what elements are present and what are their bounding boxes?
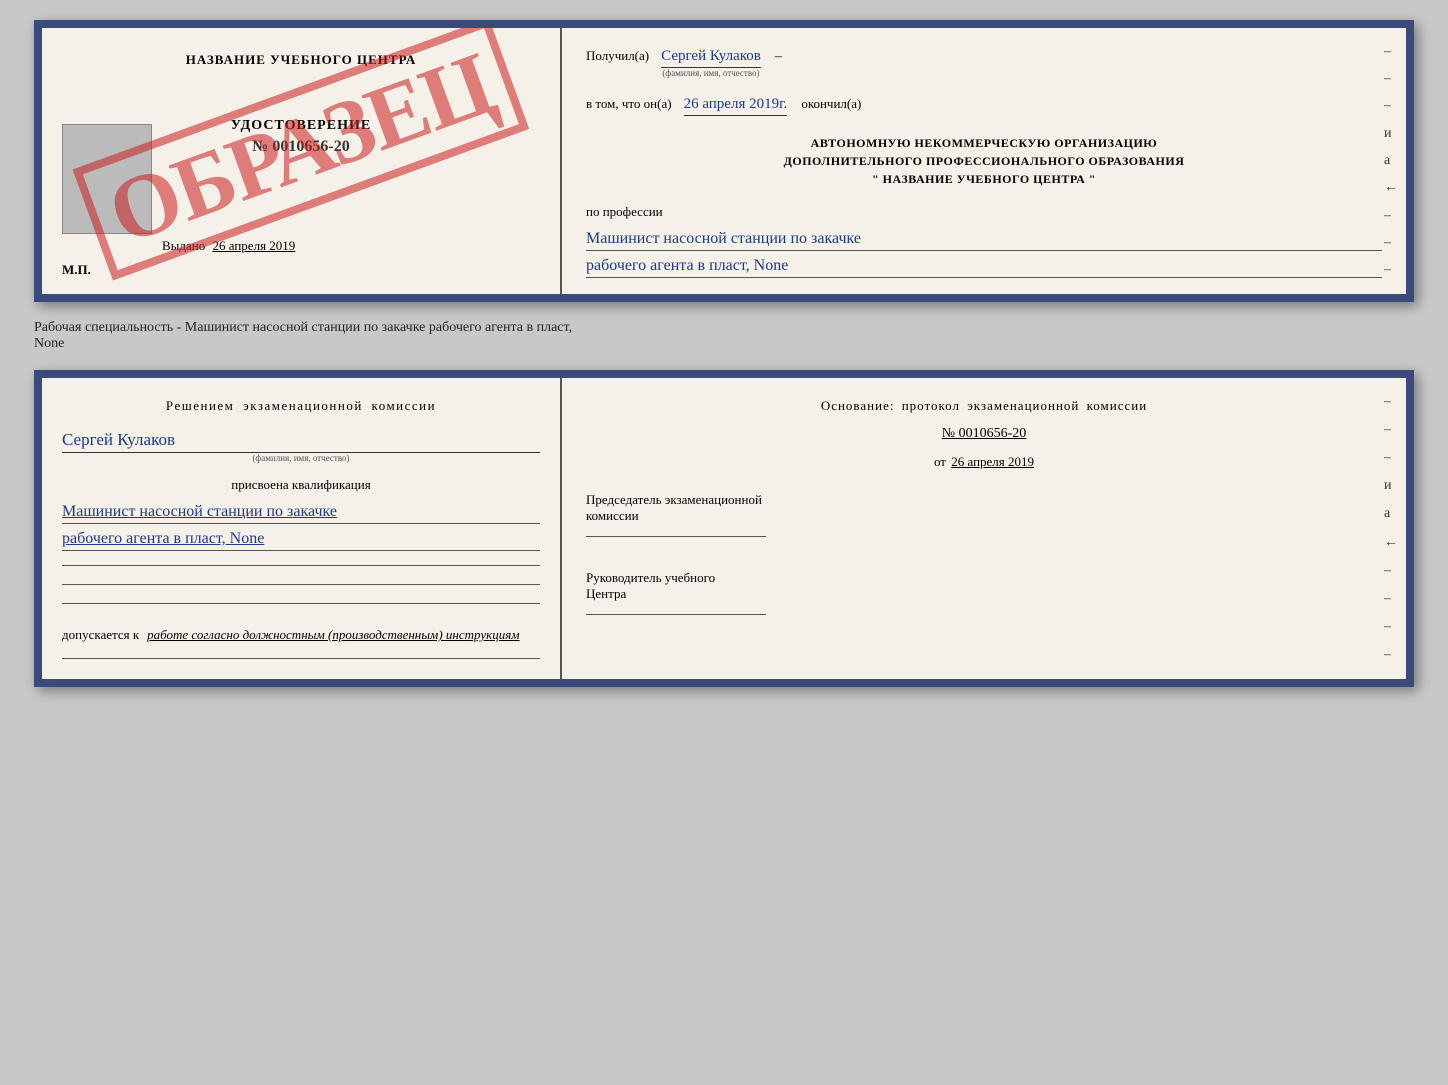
bottom-name-field: Сергей Кулаков (фамилия, имя, отчество) bbox=[62, 430, 540, 463]
vydano-date: 26 апреля 2019 bbox=[213, 238, 296, 253]
bottom-doc-right: Основание: протокол экзаменационной коми… bbox=[562, 378, 1406, 679]
separator1 bbox=[62, 565, 540, 566]
vtom-label: в том, что он(а) bbox=[586, 96, 672, 112]
predsedatel-line1: Председатель экзаменационной bbox=[586, 492, 1382, 508]
middle-text-line2: None bbox=[34, 336, 64, 351]
name-sublabel: (фамилия, имя, отчество) bbox=[661, 68, 761, 78]
profession-line1: Машинист насосной станции по закачке bbox=[586, 230, 1382, 251]
vtom-line: в том, что он(а) 26 апреля 2019г. окончи… bbox=[586, 96, 1382, 116]
bottom-name: Сергей Кулаков bbox=[62, 430, 540, 453]
dash-after-name: – bbox=[775, 49, 782, 65]
poluchil-name: Сергей Кулаков bbox=[661, 48, 761, 68]
bottom-right-dashes: – – – и а ← – – – – bbox=[1384, 378, 1398, 679]
bottom-date-line: от 26 апреля 2019 bbox=[586, 454, 1382, 470]
top-doc-left: НАЗВАНИЕ УЧЕБНОГО ЦЕНТРА ОБРАЗЕЦ УДОСТОВ… bbox=[42, 28, 562, 294]
cert-block: УДОСТОВЕРЕНИЕ № 0010656-20 bbox=[231, 118, 371, 156]
cert-number: № 0010656-20 bbox=[231, 138, 371, 156]
org-line3: " НАЗВАНИЕ УЧЕБНОГО ЦЕНТРА " bbox=[586, 170, 1382, 188]
dopuskaetsya-block: допускается к работе согласно должностны… bbox=[62, 626, 540, 644]
ot-label: от bbox=[934, 454, 946, 469]
okonchil-label: окончил(а) bbox=[801, 96, 861, 112]
bottom-document: Решением экзаменационной комиссии Сергей… bbox=[34, 370, 1414, 687]
middle-text-block: Рабочая специальность - Машинист насосно… bbox=[34, 318, 1414, 354]
predsedatel-sign-line bbox=[586, 536, 766, 537]
org-block: АВТОНОМНУЮ НЕКОММЕРЧЕСКУЮ ОРГАНИЗАЦИЮ ДО… bbox=[586, 134, 1382, 188]
vydano-line: Выдано 26 апреля 2019 bbox=[162, 238, 295, 254]
top-doc-right: Получил(а) Сергей Кулаков (фамилия, имя,… bbox=[562, 28, 1406, 294]
photo-placeholder bbox=[62, 124, 152, 234]
top-left-title: НАЗВАНИЕ УЧЕБНОГО ЦЕНТРА bbox=[186, 52, 417, 68]
vydano-label: Выдано bbox=[162, 238, 205, 253]
cert-title: УДОСТОВЕРЕНИЕ bbox=[231, 118, 371, 134]
dopuskaetsya-label: допускается к bbox=[62, 627, 139, 642]
qual-line1: Машинист насосной станции по закачке bbox=[62, 503, 540, 524]
resheniem-text: Решением экзаменационной комиссии bbox=[62, 398, 540, 414]
top-document: НАЗВАНИЕ УЧЕБНОГО ЦЕНТРА ОБРАЗЕЦ УДОСТОВ… bbox=[34, 20, 1414, 302]
profession-block: Машинист насосной станции по закачке раб… bbox=[586, 230, 1382, 278]
dopusk-text: работе согласно должностным (производств… bbox=[147, 627, 519, 642]
poluchil-label: Получил(а) bbox=[586, 48, 649, 64]
bottom-doc-left: Решением экзаменационной комиссии Сергей… bbox=[42, 378, 562, 679]
org-line2: ДОПОЛНИТЕЛЬНОГО ПРОФЕССИОНАЛЬНОГО ОБРАЗО… bbox=[586, 152, 1382, 170]
po-professii-label: по профессии bbox=[586, 204, 1382, 220]
bottom-number: № 0010656-20 bbox=[586, 426, 1382, 442]
predsedatel-block: Председатель экзаменационной комиссии bbox=[586, 492, 1382, 542]
osnovanie-label: Основание: протокол экзаменационной коми… bbox=[586, 398, 1382, 414]
predsedatel-line2: комиссии bbox=[586, 508, 1382, 524]
qual-block: Машинист насосной станции по закачке раб… bbox=[62, 503, 540, 551]
prisvoena-label: присвоена квалификация bbox=[62, 477, 540, 493]
vtom-date: 26 апреля 2019г. bbox=[684, 96, 788, 116]
poluchil-line: Получил(а) Сергей Кулаков (фамилия, имя,… bbox=[586, 48, 1382, 78]
mp-label: М.П. bbox=[62, 262, 91, 278]
poluchil-name-field: Сергей Кулаков (фамилия, имя, отчество) bbox=[661, 48, 761, 78]
ot-date: 26 апреля 2019 bbox=[951, 454, 1034, 469]
bottom-name-sublabel: (фамилия, имя, отчество) bbox=[62, 453, 540, 463]
separator3 bbox=[62, 603, 540, 604]
middle-text-line1: Рабочая специальность - Машинист насосно… bbox=[34, 320, 572, 335]
rukovoditel-block: Руководитель учебного Центра bbox=[586, 570, 1382, 620]
qual-line2: рабочего агента в пласт, None bbox=[62, 530, 540, 551]
separator2 bbox=[62, 584, 540, 585]
org-line1: АВТОНОМНУЮ НЕКОММЕРЧЕСКУЮ ОРГАНИЗАЦИЮ bbox=[586, 134, 1382, 152]
rukovoditel-line2: Центра bbox=[586, 586, 1382, 602]
right-dashes: – – – и а ← – – – bbox=[1384, 28, 1398, 294]
profession-line2: рабочего агента в пласт, None bbox=[586, 257, 1382, 278]
rukovoditel-sign-line bbox=[586, 614, 766, 615]
rukovoditel-line1: Руководитель учебного bbox=[586, 570, 1382, 586]
separator4 bbox=[62, 658, 540, 659]
